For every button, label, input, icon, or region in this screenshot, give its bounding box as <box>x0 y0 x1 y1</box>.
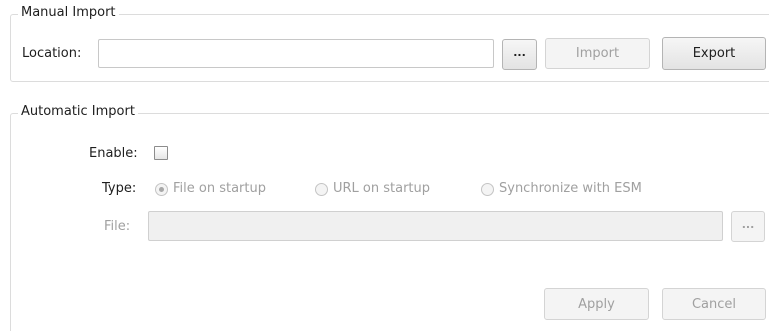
type-option-label: URL on startup <box>333 181 431 196</box>
manual-import-title: Manual Import <box>18 5 119 21</box>
location-browse-button[interactable]: ... <box>502 39 537 70</box>
location-input[interactable] <box>98 39 494 68</box>
export-button[interactable]: Export <box>662 37 766 70</box>
cancel-button[interactable]: Cancel <box>662 288 766 320</box>
import-button[interactable]: Import <box>545 38 650 69</box>
file-browse-button[interactable]: ... <box>731 211 765 242</box>
apply-button[interactable]: Apply <box>544 288 649 320</box>
radio-selected-icon <box>155 182 168 196</box>
type-option-file-on-startup[interactable]: File on startup <box>155 181 266 197</box>
file-input[interactable] <box>148 211 723 241</box>
file-label: File: <box>104 219 131 234</box>
enable-label: Enable: <box>89 146 138 161</box>
radio-unselected-icon <box>315 182 328 196</box>
type-label: Type: <box>102 181 137 196</box>
location-label: Location: <box>22 46 82 61</box>
type-option-synchronize-esm[interactable]: Synchronize with ESM <box>481 181 642 197</box>
radio-unselected-icon <box>481 182 494 196</box>
type-option-url-on-startup[interactable]: URL on startup <box>315 181 430 197</box>
type-option-label: File on startup <box>173 181 266 196</box>
import-settings-panel: Manual Import Location: ... Import Expor… <box>0 0 769 331</box>
enable-checkbox[interactable] <box>154 146 168 160</box>
type-option-label: Synchronize with ESM <box>499 181 642 196</box>
automatic-import-title: Automatic Import <box>18 104 138 120</box>
